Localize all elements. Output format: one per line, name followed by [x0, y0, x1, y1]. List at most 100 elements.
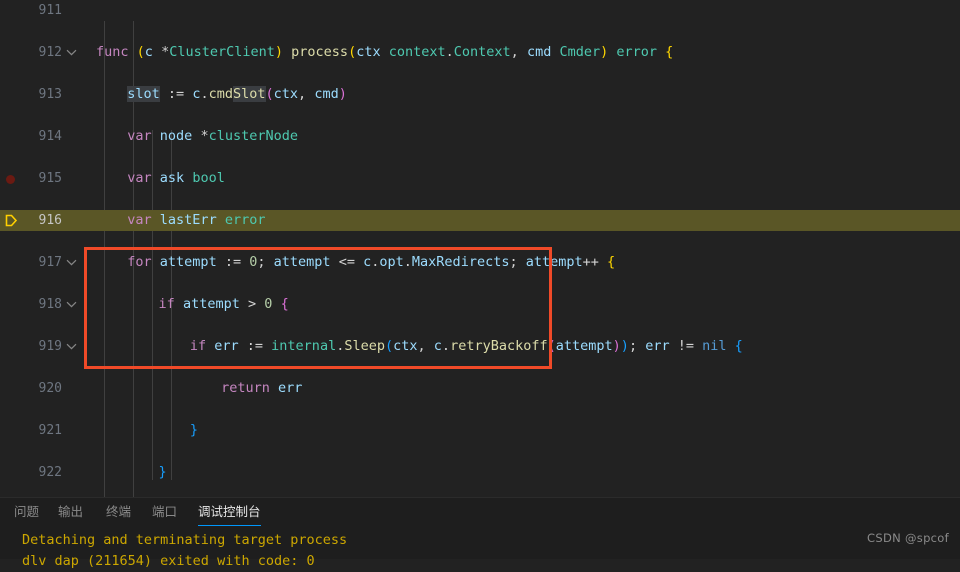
gutter-slot[interactable] [0, 42, 22, 63]
code-text[interactable]: slot := c.cmdSlot(ctx, cmd) [96, 84, 347, 105]
code-token: != [677, 338, 694, 354]
code-token: ) [338, 86, 347, 102]
code-token: . [200, 86, 209, 102]
panel-tab-0[interactable]: 问题 [14, 498, 39, 526]
panel-tab-1[interactable]: 输出 [58, 498, 83, 526]
gutter-slot[interactable] [0, 462, 22, 483]
line-number: 921 [38, 423, 62, 438]
code-token: err [214, 338, 239, 354]
code-line[interactable]: 914 var node *clusterNode [0, 126, 960, 147]
code-token: retryBackoff [450, 338, 548, 354]
code-token: := [167, 86, 185, 102]
code-token: . [445, 44, 454, 60]
breakpoint-disabled-icon[interactable] [6, 175, 15, 184]
code-line[interactable]: 916 var lastErr error [0, 210, 960, 231]
chevron-down-icon[interactable] [66, 336, 80, 357]
code-text[interactable]: } [96, 420, 198, 441]
code-token: err [645, 338, 670, 354]
code-line-list[interactable]: 911 912 func (c *ClusterClient) process(ct… [0, 0, 960, 497]
code-text[interactable]: var node *clusterNode [96, 126, 298, 147]
code-line[interactable]: 922} [0, 462, 960, 483]
gutter-slot[interactable] [0, 294, 22, 315]
gutter-slot[interactable] [0, 420, 22, 441]
code-line[interactable]: 911 [0, 0, 960, 21]
code-token: { [280, 296, 289, 312]
breakpoint-icon[interactable] [0, 168, 22, 189]
code-text[interactable]: if attempt > 0 { [96, 294, 289, 315]
gutter-slot[interactable] [0, 0, 22, 21]
gutter-slot[interactable] [0, 84, 22, 105]
code-token: . [441, 338, 451, 354]
chevron-down-icon[interactable] [66, 294, 80, 315]
code-line[interactable]: 919 if err := internal.Sleep(ctx, c.retry… [0, 336, 960, 357]
code-token: var [127, 128, 152, 144]
code-text[interactable]: } [96, 462, 167, 483]
execution-pointer-icon[interactable] [0, 210, 22, 231]
code-token: func [96, 44, 129, 60]
code-token: ( [348, 44, 357, 60]
code-text[interactable]: var ask bool [96, 168, 225, 189]
code-token: opt [379, 254, 404, 270]
code-token: error [224, 212, 266, 228]
code-token: MaxRedirects [411, 254, 510, 270]
code-line[interactable]: 912 func (c *ClusterClient) process(ctx c… [0, 42, 960, 63]
code-text[interactable]: if err := internal.Sleep(ctx, c.retryBac… [96, 336, 743, 357]
code-line[interactable]: 918 if attempt > 0 { [0, 294, 960, 315]
code-text[interactable]: return err [96, 378, 302, 399]
code-line[interactable]: 920 return err [0, 378, 960, 399]
code-token: c [433, 338, 442, 354]
code-token: , [510, 44, 527, 60]
code-token: err [278, 380, 303, 396]
code-token: ctx [273, 86, 299, 102]
code-token: ; [509, 254, 526, 270]
gutter-slot[interactable] [0, 378, 22, 399]
code-token: Context [453, 44, 511, 60]
code-token: := [246, 338, 264, 354]
code-token: ctx [393, 338, 418, 354]
gutter-slot[interactable] [0, 336, 22, 357]
panel-tab-3[interactable]: 端口 [152, 498, 177, 526]
console-output-line: Detaching and terminating target process [22, 532, 348, 548]
code-text[interactable]: func (c *ClusterClient) process(ctx cont… [96, 42, 673, 63]
code-token: for [127, 254, 152, 270]
panel-tab-2[interactable]: 终端 [106, 498, 131, 526]
code-token: ask [159, 170, 185, 186]
panel-tab-4[interactable]: 调试控制台 [198, 498, 261, 526]
code-token: * [161, 44, 170, 60]
code-token: return [221, 380, 270, 396]
code-line[interactable]: 921} [0, 420, 960, 441]
code-token: context [388, 44, 446, 60]
code-token: bool [192, 170, 225, 186]
code-token: cmd [314, 86, 339, 102]
code-line[interactable]: 913 slot := c.cmdSlot(ctx, cmd) [0, 84, 960, 105]
line-number: 915 [38, 171, 62, 186]
code-editor[interactable]: 911 912 func (c *ClusterClient) process(ct… [0, 0, 960, 497]
code-text[interactable]: for attempt := 0; attempt <= c.opt.MaxRe… [96, 252, 615, 273]
code-token: attempt [525, 254, 583, 270]
gutter-slot[interactable] [0, 252, 22, 273]
code-token: lastErr [159, 212, 217, 228]
gutter-slot[interactable] [0, 126, 22, 147]
code-token: } [158, 464, 167, 480]
chevron-down-icon[interactable] [66, 252, 80, 273]
chevron-down-icon[interactable] [66, 42, 80, 63]
code-token: Slot [233, 86, 266, 102]
line-number: 911 [38, 3, 62, 18]
code-line[interactable]: 917 for attempt := 0; attempt <= c.opt.Ma… [0, 252, 960, 273]
code-token: Sleep [344, 338, 385, 354]
code-line[interactable]: 915 var ask bool [0, 168, 960, 189]
code-text[interactable]: var lastErr error [96, 210, 265, 231]
line-number: 913 [38, 87, 62, 102]
panel-tab-bar[interactable]: 问题 输出 终端 端口 调试控制台 [0, 498, 960, 526]
